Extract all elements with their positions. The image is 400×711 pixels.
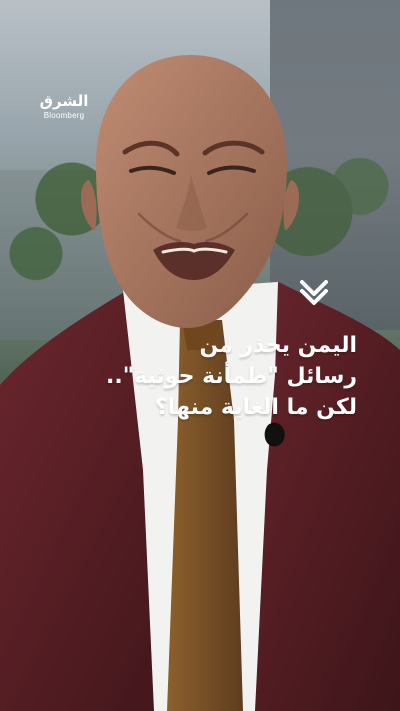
logo-primary-text: الشرق	[39, 92, 89, 110]
logo-secondary-text: Bloomberg	[43, 111, 85, 120]
headline-line-2: رسائل "طمأنة حوثية"..	[106, 364, 357, 389]
headline-block: اليمن يحذر من رسائل "طمأنة حوثية".. لكن …	[106, 330, 357, 423]
headline-line-3: لكن ما الغاية منها؟	[155, 395, 357, 420]
video-frame: الشرق Bloomberg اليمن يحذر من رسائل "طمأ…	[0, 0, 400, 711]
channel-logo: الشرق Bloomberg	[38, 94, 90, 121]
chevron-down-icon	[300, 280, 328, 305]
headline-line-1: اليمن يحذر من	[199, 333, 357, 358]
